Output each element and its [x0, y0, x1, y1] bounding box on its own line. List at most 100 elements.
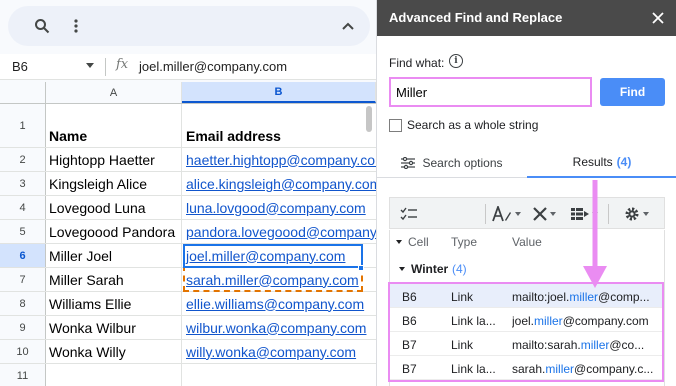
fx-icon: fx: [116, 57, 129, 72]
cell-a5[interactable]: Lovegoood Pandora: [46, 220, 182, 243]
row-header[interactable]: 7: [0, 268, 46, 291]
tab-search-options-label: Search options: [422, 155, 503, 170]
list-item[interactable]: B7 Link mailto:sarah.miller@co...: [390, 332, 664, 356]
tab-results[interactable]: Results (4): [527, 148, 676, 178]
table-row: 10 Wonka Willy willy.wonka@company.com: [0, 340, 376, 364]
checklist-icon[interactable]: [400, 203, 418, 225]
row-header[interactable]: 4: [0, 196, 46, 219]
cell-a6[interactable]: Miller Joel: [46, 244, 182, 267]
table-row: 4 Lovegood Luna luna.lovgood@company.com: [0, 196, 376, 220]
export-icon[interactable]: [571, 203, 598, 225]
result-cell: B6: [402, 290, 417, 304]
chevron-down-icon[interactable]: [399, 267, 405, 271]
list-item[interactable]: B6 Link la... joel.miller@company.com: [390, 308, 664, 332]
cell-b3[interactable]: alice.kingsleigh@company.com: [182, 172, 376, 195]
results-count-badge: (4): [616, 155, 632, 169]
result-cell: B7: [402, 362, 417, 376]
close-icon[interactable]: [649, 9, 667, 27]
cell-a4[interactable]: Lovegood Luna: [46, 196, 182, 219]
cell-a9[interactable]: Wonka Wilbur: [46, 316, 182, 339]
result-value: sarah.miller@company.c...: [512, 362, 654, 376]
column-header-b[interactable]: B: [182, 82, 376, 103]
search-icon[interactable]: [28, 12, 56, 40]
table-row: 9 Wonka Wilbur wilbur.wonka@company.com: [0, 316, 376, 340]
table-row: 5 Lovegoood Pandora pandora.lovegoood@co…: [0, 220, 376, 244]
group-row-winter[interactable]: Winter (4): [390, 258, 664, 280]
results-toolbar: [389, 197, 665, 229]
cell-a1[interactable]: Name: [46, 104, 182, 147]
column-header-type[interactable]: Type: [451, 235, 477, 249]
fill-handle[interactable]: [358, 265, 364, 271]
table-row: 1 Name Email address: [0, 104, 376, 148]
name-box-dropdown-icon[interactable]: [86, 63, 94, 68]
find-what-label: Find what:: [389, 56, 445, 70]
row-header[interactable]: 1: [0, 104, 46, 147]
cell-b10[interactable]: willy.wonka@company.com: [182, 340, 376, 363]
toolbar-divider: [608, 204, 609, 224]
cell-b2[interactable]: haetter.hightopp@company.com: [182, 148, 376, 171]
cell-a11[interactable]: [46, 364, 182, 386]
cell-b4[interactable]: luna.lovgood@company.com: [182, 196, 376, 219]
select-all-corner[interactable]: [0, 82, 46, 103]
cell-b1[interactable]: Email address: [182, 104, 376, 147]
column-header-value[interactable]: Value: [512, 235, 542, 249]
result-cell: B6: [402, 314, 417, 328]
result-type: Link: [451, 338, 474, 352]
table-row: 11: [0, 364, 376, 386]
column-header-a[interactable]: A: [46, 82, 182, 103]
table-row: 2 Hightopp Haetter haetter.hightopp@comp…: [0, 148, 376, 172]
cell-b11[interactable]: [182, 364, 376, 386]
cell-b6[interactable]: joel.miller@company.com: [182, 244, 376, 267]
row-header[interactable]: 10: [0, 340, 46, 363]
cell-a7[interactable]: Miller Sarah: [46, 268, 182, 291]
sort-caret-icon[interactable]: [396, 240, 402, 244]
column-header-cell[interactable]: Cell: [408, 235, 429, 249]
replace-style-icon[interactable]: [492, 203, 521, 225]
info-icon[interactable]: i: [449, 54, 463, 68]
row-header[interactable]: 9: [0, 316, 46, 339]
list-item[interactable]: B7 Link la... sarah.miller@company.c...: [390, 356, 664, 380]
table-row: 6 Miller Joel joel.miller@company.com: [0, 244, 376, 268]
whole-string-checkbox[interactable]: [389, 119, 402, 132]
result-value: joel.miller@company.com: [512, 314, 649, 328]
whole-string-label: Search as a whole string: [407, 118, 539, 132]
sidebar-title: Advanced Find and Replace: [389, 10, 563, 25]
list-item[interactable]: B6 Link mailto:joel.miller@comp...: [390, 284, 664, 308]
cell-a10[interactable]: Wonka Willy: [46, 340, 182, 363]
sidebar-title-bar: Advanced Find and Replace: [377, 0, 676, 36]
sliders-icon: [401, 156, 416, 169]
gear-icon[interactable]: [624, 203, 649, 225]
formula-bar: B6 fx joel.miller@company.com: [0, 54, 376, 80]
row-header[interactable]: 3: [0, 172, 46, 195]
group-name: Winter: [411, 262, 449, 276]
cell-a3[interactable]: Kingsleigh Alice: [46, 172, 182, 195]
find-what-input[interactable]: [389, 77, 592, 107]
advanced-find-replace-sidebar: Advanced Find and Replace Find what: i F…: [376, 0, 676, 386]
cell-b9[interactable]: wilbur.wonka@company.com: [182, 316, 376, 339]
find-button[interactable]: Find: [600, 78, 665, 106]
tab-results-label: Results: [572, 155, 613, 169]
row-header[interactable]: 11: [0, 364, 46, 386]
tab-search-options[interactable]: Search options: [377, 148, 527, 178]
cell-b5[interactable]: pandora.lovegoood@company.com: [182, 220, 376, 243]
row-header[interactable]: 2: [0, 148, 46, 171]
more-vert-icon[interactable]: [62, 12, 90, 40]
formula-input[interactable]: joel.miller@company.com: [139, 59, 287, 74]
delete-x-icon[interactable]: [533, 203, 556, 225]
cell-a8[interactable]: Williams Ellie: [46, 292, 182, 315]
spreadsheet-pane: B6 fx joel.miller@company.com A B 1 Name…: [0, 0, 376, 386]
row-header[interactable]: 8: [0, 292, 46, 315]
row-header[interactable]: 6: [0, 244, 46, 267]
table-row: 3 Kingsleigh Alice alice.kingsleigh@comp…: [0, 172, 376, 196]
name-box[interactable]: B6: [12, 59, 28, 74]
cell-b8[interactable]: ellie.williams@company.com: [182, 292, 376, 315]
vertical-scrollbar[interactable]: [366, 106, 372, 132]
result-type: Link: [451, 290, 474, 304]
table-row: 8 Williams Ellie ellie.williams@company.…: [0, 292, 376, 316]
row-header[interactable]: 5: [0, 220, 46, 243]
cell-b7[interactable]: sarah.miller@company.com: [182, 268, 376, 291]
chevron-up-icon[interactable]: [334, 12, 362, 40]
results-table: Cell Type Value Winter (4) B6 Link mailt…: [389, 230, 665, 386]
result-type: Link la...: [451, 362, 496, 376]
cell-a2[interactable]: Hightopp Haetter: [46, 148, 182, 171]
